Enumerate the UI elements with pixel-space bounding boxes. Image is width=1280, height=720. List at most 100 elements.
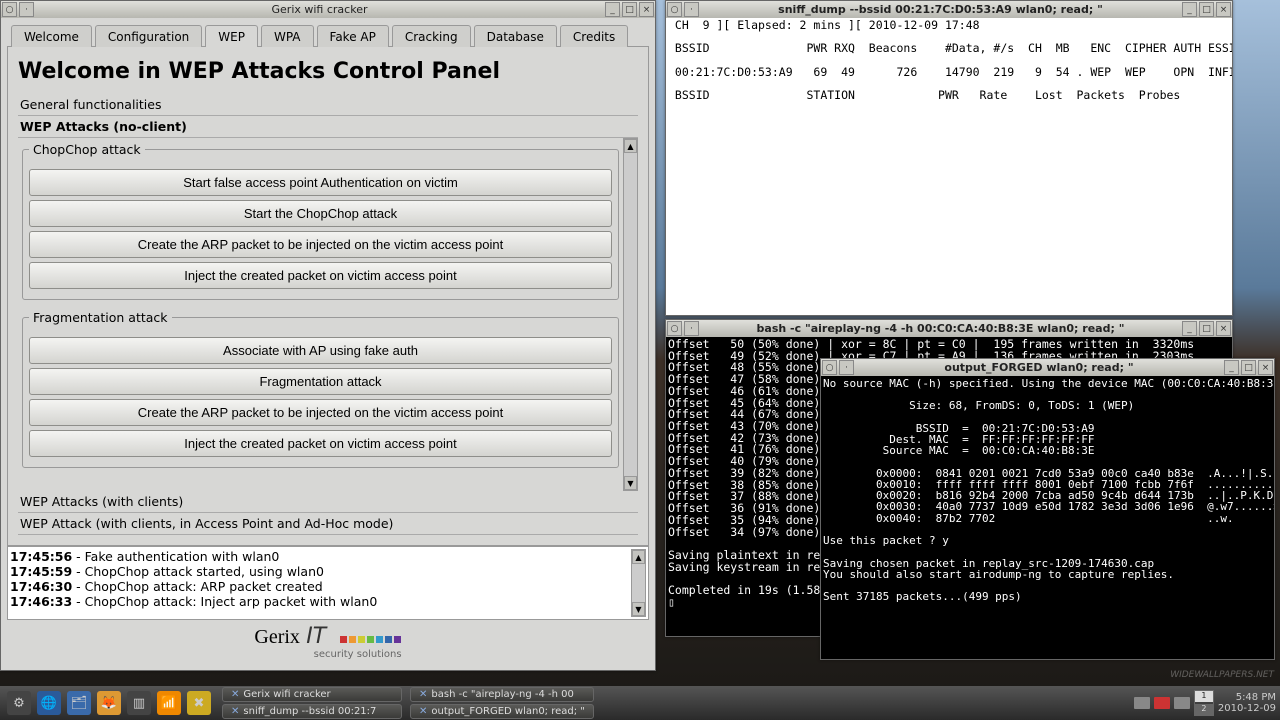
clock[interactable]: 5:48 PM — [1218, 692, 1276, 703]
scroll-down-icon[interactable]: ▼ — [624, 476, 637, 490]
gerix-title: Gerix wifi cracker — [35, 3, 604, 16]
gerix-window: ○ · Gerix wifi cracker _ □ × Welcome Con… — [0, 0, 656, 671]
gerix-titlebar[interactable]: ○ · Gerix wifi cracker _ □ × — [1, 1, 655, 18]
task-forged[interactable]: ✕output_FORGED wlan0; read; " — [410, 704, 594, 719]
files-icon[interactable]: 🗂 — [67, 691, 91, 715]
section-aphoc[interactable]: WEP Attack (with clients, in Access Poin… — [18, 513, 638, 535]
chopchop-auth-button[interactable]: Start false access point Authentication … — [29, 169, 612, 196]
brand-dots-icon — [339, 624, 402, 648]
task-gerix[interactable]: ✕Gerix wifi cracker — [222, 687, 402, 702]
task-aireplay[interactable]: ✕bash -c "aireplay-ng -4 -h 00 — [410, 687, 594, 702]
scroll-up-icon[interactable]: ▲ — [624, 139, 637, 153]
globe-icon[interactable]: 🌐 — [37, 691, 61, 715]
chopchop-group: ChopChop attack Start false access point… — [22, 142, 619, 300]
menu-icon[interactable]: ○ — [667, 2, 682, 17]
log-line: 17:46:33 - ChopChop attack: Inject arp p… — [10, 594, 631, 609]
workspace-pager[interactable]: 1 2 — [1194, 690, 1214, 716]
tray-flag-icon[interactable] — [1154, 697, 1170, 709]
pin-icon[interactable]: · — [839, 360, 854, 375]
chopchop-arp-button[interactable]: Create the ARP packet to be injected on … — [29, 231, 612, 258]
frag-inject-button[interactable]: Inject the created packet on victim acce… — [29, 430, 612, 457]
minimize-icon[interactable]: _ — [1182, 321, 1197, 336]
log-panel: 17:45:56 - Fake authentication with wlan… — [7, 546, 649, 620]
sniff-titlebar[interactable]: ○ · sniff_dump --bssid 00:21:7C:D0:53:A9… — [666, 1, 1232, 18]
section-general[interactable]: General functionalities — [18, 94, 638, 116]
sniff-window: ○ · sniff_dump --bssid 00:21:7C:D0:53:A9… — [665, 0, 1233, 316]
frag-assoc-button[interactable]: Associate with AP using fake auth — [29, 337, 612, 364]
close-icon[interactable]: × — [1216, 2, 1231, 17]
tab-wpa[interactable]: WPA — [261, 25, 314, 47]
log-line: 17:45:59 - ChopChop attack started, usin… — [10, 564, 631, 579]
chopchop-start-button[interactable]: Start the ChopChop attack — [29, 200, 612, 227]
menu-icon[interactable]: ○ — [822, 360, 837, 375]
chopchop-inject-button[interactable]: Inject the created packet on victim acce… — [29, 262, 612, 289]
tab-credits[interactable]: Credits — [560, 25, 628, 47]
frag-start-button[interactable]: Fragmentation attack — [29, 368, 612, 395]
tab-wep[interactable]: WEP — [205, 25, 258, 47]
brand-name: Gerix — [254, 626, 300, 648]
maximize-icon[interactable]: □ — [1199, 321, 1214, 336]
brand: Gerix IT security solutions — [7, 620, 649, 664]
section-withclients[interactable]: WEP Attacks (with clients) — [18, 491, 638, 513]
minimize-icon[interactable]: _ — [605, 2, 620, 17]
chopchop-legend: ChopChop attack — [29, 142, 145, 157]
log-line: 17:46:30 - ChopChop attack: ARP packet c… — [10, 579, 631, 594]
aireplay-title: bash -c "aireplay-ng -4 -h 00:C0:CA:40:B… — [700, 322, 1181, 335]
tray: 1 2 5:48 PM 2010-12-09 — [1134, 690, 1276, 716]
scroll-up-icon[interactable]: ▲ — [632, 550, 645, 564]
taskbar: ⚙ 🌐 🗂 🦊 ▥ 📶 ✖ ✕Gerix wifi cracker ✕sniff… — [0, 686, 1280, 720]
page-title: Welcome in WEP Attacks Control Panel — [18, 59, 638, 84]
terminal-icon[interactable]: ▥ — [127, 691, 151, 715]
aireplay-titlebar[interactable]: ○ · bash -c "aireplay-ng -4 -h 00:C0:CA:… — [666, 320, 1232, 337]
attack-scroll: ChopChop attack Start false access point… — [18, 138, 638, 491]
tab-cracking[interactable]: Cracking — [392, 25, 471, 47]
tab-welcome[interactable]: Welcome — [11, 25, 92, 47]
log-scrollbar[interactable]: ▲ ▼ — [631, 549, 646, 617]
gerix-body: Welcome Configuration WEP WPA Fake AP Cr… — [1, 18, 655, 670]
pin-icon[interactable]: · — [684, 2, 699, 17]
forged-title: output_FORGED wlan0; read; " — [855, 361, 1223, 374]
close-icon[interactable]: × — [639, 2, 654, 17]
sniff-terminal[interactable]: CH 9 ][ Elapsed: 2 mins ][ 2010-12-09 17… — [666, 18, 1232, 315]
forged-window: ○ · output_FORGED wlan0; read; " _ □ × N… — [820, 358, 1275, 660]
task-sniff[interactable]: ✕sniff_dump --bssid 00:21:7 — [222, 704, 402, 719]
maximize-icon[interactable]: □ — [1199, 2, 1214, 17]
rss-icon[interactable]: 📶 — [157, 691, 181, 715]
brand-tag: security solutions — [254, 649, 401, 660]
maximize-icon[interactable]: □ — [1241, 360, 1256, 375]
forged-terminal[interactable]: No source MAC (-h) specified. Using the … — [821, 376, 1274, 659]
tab-database[interactable]: Database — [474, 25, 557, 47]
section-noclient[interactable]: WEP Attacks (no-client) — [18, 116, 638, 138]
close-icon[interactable]: × — [1258, 360, 1273, 375]
tab-configuration[interactable]: Configuration — [95, 25, 202, 47]
attack-scrollbar[interactable]: ▲ ▼ — [623, 138, 638, 491]
tool-icon[interactable]: ✖ — [187, 691, 211, 715]
date: 2010-12-09 — [1218, 703, 1276, 714]
menu-icon[interactable]: ○ — [2, 2, 17, 17]
minimize-icon[interactable]: _ — [1224, 360, 1239, 375]
frag-group: Fragmentation attack Associate with AP u… — [22, 310, 619, 468]
workspace-2[interactable]: 2 — [1195, 704, 1213, 715]
tab-fakeap[interactable]: Fake AP — [317, 25, 389, 47]
forged-titlebar[interactable]: ○ · output_FORGED wlan0; read; " _ □ × — [821, 359, 1274, 376]
minimize-icon[interactable]: _ — [1182, 2, 1197, 17]
close-icon[interactable]: × — [1216, 321, 1231, 336]
maximize-icon[interactable]: □ — [622, 2, 637, 17]
brand-suffix: IT — [306, 624, 326, 649]
menu-icon[interactable]: ○ — [667, 321, 682, 336]
workspace-1[interactable]: 1 — [1195, 691, 1213, 702]
tray-display-icon[interactable] — [1134, 697, 1150, 709]
frag-legend: Fragmentation attack — [29, 310, 172, 325]
sniff-title: sniff_dump --bssid 00:21:7C:D0:53:A9 wla… — [700, 3, 1181, 16]
start-menu-icon[interactable]: ⚙ — [7, 691, 31, 715]
tray-network-icon[interactable] — [1174, 697, 1190, 709]
watermark: WIDEWALLPAPERS.NET — [1170, 670, 1274, 680]
frag-arp-button[interactable]: Create the ARP packet to be injected on … — [29, 399, 612, 426]
firefox-icon[interactable]: 🦊 — [97, 691, 121, 715]
log-line: 17:45:56 - Fake authentication with wlan… — [10, 549, 631, 564]
tabbar: Welcome Configuration WEP WPA Fake AP Cr… — [7, 24, 649, 46]
wep-pane: Welcome in WEP Attacks Control Panel Gen… — [7, 46, 649, 546]
pin-icon[interactable]: · — [19, 2, 34, 17]
scroll-down-icon[interactable]: ▼ — [632, 602, 645, 616]
pin-icon[interactable]: · — [684, 321, 699, 336]
